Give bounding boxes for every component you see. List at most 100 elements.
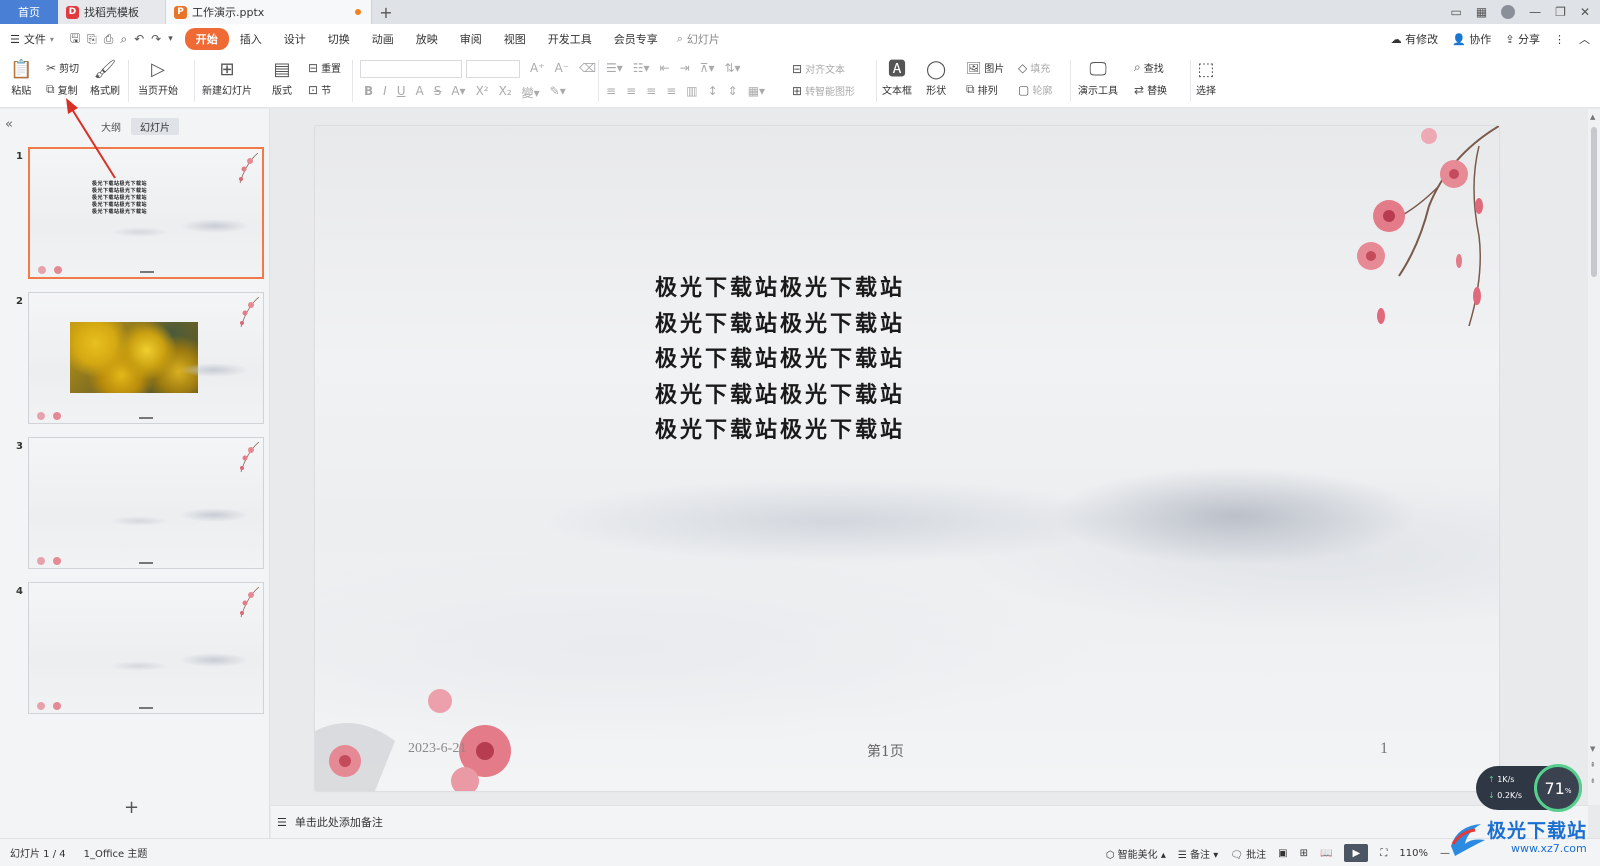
- slide-textbox[interactable]: 极光下载站极光下载站 极光下载站极光下载站 极光下载站极光下载站 极光下载站极光…: [655, 271, 905, 449]
- bullets-icon[interactable]: ☰▾: [606, 61, 623, 75]
- align-right-icon[interactable]: ≡: [646, 84, 656, 98]
- smart-graphic-button[interactable]: ⊞ 转智能图形: [792, 83, 855, 99]
- slide-thumbnail[interactable]: [28, 582, 264, 714]
- layout-icon[interactable]: ▭: [1450, 5, 1461, 19]
- tab-animation[interactable]: 动画: [361, 28, 405, 50]
- tab-home-ribbon[interactable]: 开始: [184, 28, 229, 50]
- presentation-tools-button[interactable]: 🖵 演示工具: [1078, 58, 1118, 97]
- new-tab-button[interactable]: +: [372, 0, 400, 24]
- unsaved-button[interactable]: ☁ 有修改: [1391, 31, 1439, 47]
- tab-view[interactable]: 视图: [493, 28, 537, 50]
- clear-format-icon[interactable]: ⌫: [579, 61, 596, 75]
- preview-icon[interactable]: ⌕: [120, 32, 127, 47]
- tab-member[interactable]: 会员专享: [603, 28, 669, 50]
- sort-icon[interactable]: ⇅▾: [725, 61, 741, 75]
- prev-slide-icon[interactable]: ⇞: [1590, 761, 1596, 769]
- fit-window-icon[interactable]: ⛶: [1380, 848, 1387, 859]
- restore-icon[interactable]: ❐: [1555, 5, 1566, 19]
- replace-button[interactable]: ⇄ 替换: [1134, 82, 1167, 98]
- phonetic-icon[interactable]: 變▾: [522, 84, 540, 101]
- scroll-up-icon[interactable]: ▲: [1590, 113, 1595, 121]
- strikethrough-icon[interactable]: S: [434, 84, 442, 101]
- font-size-select[interactable]: [466, 60, 520, 78]
- fill-button[interactable]: ◇ 填充: [1018, 60, 1050, 76]
- textbox-button[interactable]: 🅰 文本框: [882, 58, 912, 97]
- bold-icon[interactable]: B: [364, 84, 373, 101]
- highlight-icon[interactable]: ✎▾: [550, 84, 566, 101]
- subscript-icon[interactable]: X₂: [499, 84, 512, 101]
- grow-font-icon[interactable]: A⁺: [530, 61, 545, 75]
- scroll-thumb[interactable]: [1591, 127, 1597, 277]
- para-spacing-icon[interactable]: ⇕: [728, 84, 738, 98]
- file-menu[interactable]: ☰ 文件 ▾: [0, 31, 64, 47]
- next-slide-icon[interactable]: ⇟: [1590, 777, 1596, 785]
- normal-view-icon[interactable]: ▣: [1278, 848, 1287, 859]
- tab-home[interactable]: 首页: [0, 0, 58, 24]
- sorter-view-icon[interactable]: ⊞: [1300, 848, 1308, 859]
- collapse-ribbon-icon[interactable]: ︿: [1579, 31, 1590, 47]
- italic-icon[interactable]: I: [383, 84, 387, 101]
- tab-slides[interactable]: 幻灯片: [131, 118, 179, 135]
- scroll-down-icon[interactable]: ▼: [1590, 745, 1595, 753]
- grid-icon[interactable]: ▦: [1476, 5, 1487, 19]
- close-icon[interactable]: ✕: [1580, 5, 1590, 19]
- redo-icon[interactable]: ↷: [151, 32, 161, 46]
- arrange-button[interactable]: ⧉ 排列: [966, 82, 998, 97]
- minimize-icon[interactable]: —: [1529, 5, 1541, 19]
- avatar[interactable]: [1501, 5, 1516, 19]
- tab-insert[interactable]: 插入: [229, 28, 273, 50]
- add-slide-button[interactable]: +: [124, 797, 139, 818]
- align-left-icon[interactable]: ≡: [606, 84, 616, 98]
- print-icon[interactable]: ⎙: [104, 32, 114, 47]
- save-icon[interactable]: 🖫: [70, 29, 80, 50]
- increase-indent-icon[interactable]: ⇥: [680, 61, 690, 75]
- picture-button[interactable]: 🖼 图片: [966, 60, 1004, 76]
- slide-thumbnail[interactable]: [28, 437, 264, 569]
- smart-beautify-button[interactable]: ⬡ 智能美化 ▴: [1106, 846, 1166, 861]
- line-spacing-icon[interactable]: ↕: [708, 84, 718, 98]
- justify-icon[interactable]: ≡: [666, 84, 676, 98]
- font-color-icon[interactable]: A▾: [451, 84, 465, 101]
- vertical-scrollbar[interactable]: ▲ ▼ ⇞ ⇟: [1588, 109, 1600, 805]
- tab-template[interactable]: D 找稻壳模板: [58, 0, 166, 24]
- tab-review[interactable]: 审阅: [449, 28, 493, 50]
- reading-view-icon[interactable]: 📖: [1320, 848, 1332, 859]
- undo-icon[interactable]: ↶: [134, 32, 144, 46]
- align-center-icon[interactable]: ≡: [626, 84, 636, 98]
- tab-slideshow[interactable]: 放映: [405, 28, 449, 50]
- more-icon[interactable]: ⋮: [1554, 33, 1565, 46]
- collab-button[interactable]: 👤 协作: [1452, 31, 1491, 47]
- comments-button[interactable]: 🗨 批注: [1230, 846, 1266, 861]
- distribute-icon[interactable]: ▥: [686, 84, 697, 98]
- zoom-level[interactable]: 110%: [1399, 848, 1428, 859]
- text-direction-icon[interactable]: ⊼▾: [700, 61, 715, 75]
- columns-icon[interactable]: ▦▾: [748, 84, 765, 98]
- paste-button[interactable]: 📋 粘贴: [10, 58, 32, 97]
- shadow-icon[interactable]: A: [416, 84, 424, 101]
- select-button[interactable]: ⬚ 选择: [1196, 58, 1216, 97]
- notes-toggle-button[interactable]: ☰ 备注 ▾: [1178, 846, 1218, 861]
- notes-pane[interactable]: ☰ 单击此处添加备注: [271, 805, 1588, 838]
- decrease-indent-icon[interactable]: ⇤: [660, 61, 670, 75]
- tab-design[interactable]: 设计: [273, 28, 317, 50]
- slide-thumbnail[interactable]: [28, 292, 264, 424]
- tab-document[interactable]: P 工作演示.pptx: [166, 0, 372, 24]
- underline-icon[interactable]: U: [397, 84, 406, 101]
- play-slideshow-button[interactable]: ▶: [1344, 844, 1369, 862]
- theme-name[interactable]: 1_Office 主题: [84, 845, 148, 860]
- network-monitor-widget[interactable]: ↑ 1K/s ↓ 0.2K/s 71%: [1476, 764, 1582, 812]
- collapse-panel-icon[interactable]: «: [5, 117, 13, 132]
- reset-button[interactable]: ⊟ 重置: [308, 60, 341, 76]
- shape-button[interactable]: ◯ 形状: [926, 58, 946, 97]
- tab-developer[interactable]: 开发工具: [537, 28, 603, 50]
- superscript-icon[interactable]: X²: [476, 84, 489, 101]
- align-text-button[interactable]: ⊟ 对齐文本: [792, 61, 845, 77]
- layout-button[interactable]: ▤ 版式: [272, 58, 292, 97]
- find-button[interactable]: ⌕ 查找: [1134, 60, 1164, 75]
- customize-icon[interactable]: ▾: [168, 34, 173, 44]
- play-from-current-button[interactable]: ▷ 当页开始: [138, 58, 178, 97]
- share-button[interactable]: ⇪ 分享: [1505, 31, 1540, 47]
- export-icon[interactable]: ⎘: [87, 32, 97, 47]
- section-button[interactable]: ⊡ 节: [308, 82, 331, 98]
- shrink-font-icon[interactable]: A⁻: [555, 61, 570, 75]
